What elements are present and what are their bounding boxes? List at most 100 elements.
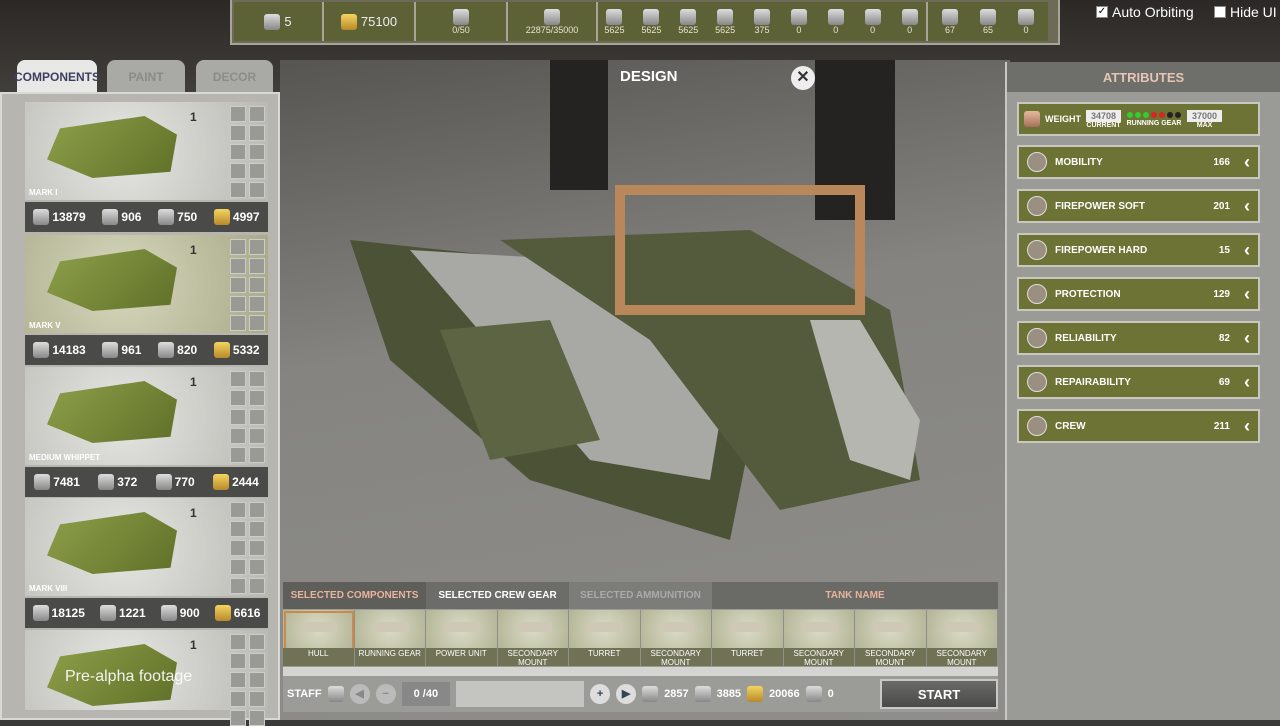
crew-value: 65 — [982, 24, 993, 35]
resource-icon — [717, 8, 734, 25]
prev-arrow-button[interactable]: ◀ — [349, 684, 370, 704]
slots-scrollbar[interactable] — [283, 667, 998, 676]
resource-icon — [754, 8, 770, 25]
stat-cost: 5332 — [213, 342, 260, 358]
chevron-left-icon[interactable]: ‹ — [1244, 416, 1250, 437]
attributes-panel: ATTRIBUTES WEIGHT 34708 CURRENT RUNNING G… — [1005, 62, 1280, 720]
module-icon — [230, 559, 246, 575]
component-slot[interactable]: SECONDARY MOUNT — [497, 610, 569, 666]
component-slot[interactable]: TURRET — [569, 610, 641, 666]
module-icon — [230, 447, 246, 463]
hull-preview — [47, 116, 177, 178]
weight-icon — [1024, 111, 1040, 127]
chevron-left-icon[interactable]: ‹ — [1244, 328, 1250, 349]
hide-ui-checkbox[interactable]: Hide UI — [1214, 4, 1277, 20]
weight-icon — [34, 474, 51, 490]
module-icon — [230, 672, 246, 688]
weight-max: 37000 — [1187, 109, 1223, 122]
close-button[interactable]: ✕ — [791, 66, 815, 90]
chevron-left-icon[interactable]: ‹ — [1244, 240, 1250, 261]
chevron-left-icon[interactable]: ‹ — [1244, 152, 1250, 173]
component-card[interactable]: MARK VIII 1 — [25, 498, 268, 596]
module-icon — [230, 371, 246, 387]
component-card[interactable]: MARK V 1 — [25, 235, 268, 333]
rank-value: 5 — [284, 14, 292, 29]
stat-weight: 14183 — [33, 342, 86, 358]
module-icon — [230, 163, 246, 179]
attribute-label: REPAIRABILITY — [1055, 376, 1131, 388]
chevron-left-icon[interactable]: ‹ — [1244, 284, 1250, 305]
component-slot[interactable]: SECONDARY MOUNT — [855, 610, 927, 666]
component-slot[interactable]: SECONDARY MOUNT — [640, 610, 712, 666]
component-slot[interactable]: TURRET — [712, 610, 784, 666]
design-title: DESIGN — [620, 68, 678, 85]
chevron-left-icon[interactable]: ‹ — [1244, 372, 1250, 393]
rank-laurel-icon — [264, 13, 281, 30]
attribute-label: FIREPOWER HARD — [1055, 244, 1148, 256]
plus-button[interactable]: + — [590, 684, 611, 704]
build-days: 0 — [827, 688, 834, 700]
resource-bar: 5 75100 0/50 22875/35000 5625 5625 5625 562… — [230, 0, 1060, 45]
checkbox-unchecked[interactable] — [1214, 6, 1226, 18]
money-bag-icon — [213, 474, 230, 490]
gear-icon — [160, 605, 177, 621]
resource-icon — [827, 8, 844, 25]
next-arrow-button[interactable]: ▶ — [616, 684, 637, 704]
resource-item: 5625 — [635, 8, 668, 35]
resource-value: 0 — [833, 24, 839, 35]
component-card[interactable]: MEDIUM WHIPPET 1 — [25, 367, 268, 465]
attribute-row-firepower-hard[interactable]: FIREPOWER HARD 15 ‹ — [1017, 233, 1260, 267]
storage-icon — [544, 8, 560, 25]
attribute-row-crew[interactable]: CREW 211 ‹ — [1017, 409, 1260, 443]
component-card[interactable]: MARK I 1 — [25, 102, 268, 200]
component-slot[interactable]: POWER UNIT — [426, 610, 498, 666]
attribute-value: 211 — [1213, 420, 1230, 432]
module-icon — [249, 540, 265, 556]
tab-decor[interactable]: DECOR — [196, 60, 273, 94]
crew-item: 0 — [1009, 8, 1043, 35]
component-slot[interactable]: HULL — [283, 610, 355, 666]
slot-icon — [944, 622, 981, 632]
tab-selected-crew-gear[interactable]: SELECTED CREW GEAR — [426, 582, 569, 609]
checkbox-checked[interactable]: ✓ — [1096, 6, 1108, 18]
module-icon — [249, 428, 265, 444]
resource-value: 0 — [870, 24, 876, 35]
module-icon — [249, 163, 265, 179]
money-bag-icon — [214, 605, 231, 621]
module-icon — [230, 428, 246, 444]
hull-preview — [47, 512, 177, 574]
resource-item: 5625 — [709, 8, 742, 35]
module-icon — [230, 258, 246, 274]
tab-selected-ammunition[interactable]: SELECTED AMMUNITION — [569, 582, 712, 609]
attribute-row-mobility[interactable]: MOBILITY 166 ‹ — [1017, 145, 1260, 179]
tab-components[interactable]: COMPONENTS — [14, 60, 100, 94]
slot-icon — [444, 622, 480, 632]
attribute-row-firepower-soft[interactable]: FIREPOWER SOFT 201 ‹ — [1017, 189, 1260, 223]
attribute-value: 15 — [1218, 244, 1230, 256]
component-slot[interactable]: SECONDARY MOUNT — [926, 610, 998, 666]
resource-value: 5625 — [678, 24, 699, 35]
module-icon — [230, 710, 246, 726]
tank-model[interactable] — [330, 180, 930, 550]
auto-orbiting-checkbox[interactable]: ✓ Auto Orbiting — [1096, 4, 1194, 20]
attribute-row-reliability[interactable]: RELIABILITY 82 ‹ — [1017, 321, 1260, 355]
stat-cost: 6616 — [214, 605, 260, 621]
crew-count: 1 — [190, 506, 197, 520]
attribute-label: CREW — [1055, 420, 1086, 432]
stat-steel: 906 — [102, 209, 141, 225]
tank-name-field[interactable]: TANK NAME — [712, 582, 998, 609]
component-slot[interactable]: RUNNING GEAR — [354, 610, 426, 666]
resource-item: 0 — [893, 8, 926, 35]
attribute-row-repairability[interactable]: REPAIRABILITY 69 ‹ — [1017, 365, 1260, 399]
start-button[interactable]: START — [880, 679, 998, 709]
tab-selected-components[interactable]: SELECTED COMPONENTS — [283, 582, 426, 609]
module-icon — [230, 106, 246, 122]
minus-button[interactable]: − — [375, 684, 396, 704]
component-slot[interactable]: SECONDARY MOUNT — [783, 610, 855, 666]
module-icon — [249, 315, 265, 331]
stat-parts: 770 — [155, 474, 195, 490]
chevron-left-icon[interactable]: ‹ — [1244, 196, 1250, 217]
attribute-value: 82 — [1218, 332, 1230, 344]
tab-paint[interactable]: PAINT — [107, 60, 185, 94]
attribute-row-protection[interactable]: PROTECTION 129 ‹ — [1017, 277, 1260, 311]
